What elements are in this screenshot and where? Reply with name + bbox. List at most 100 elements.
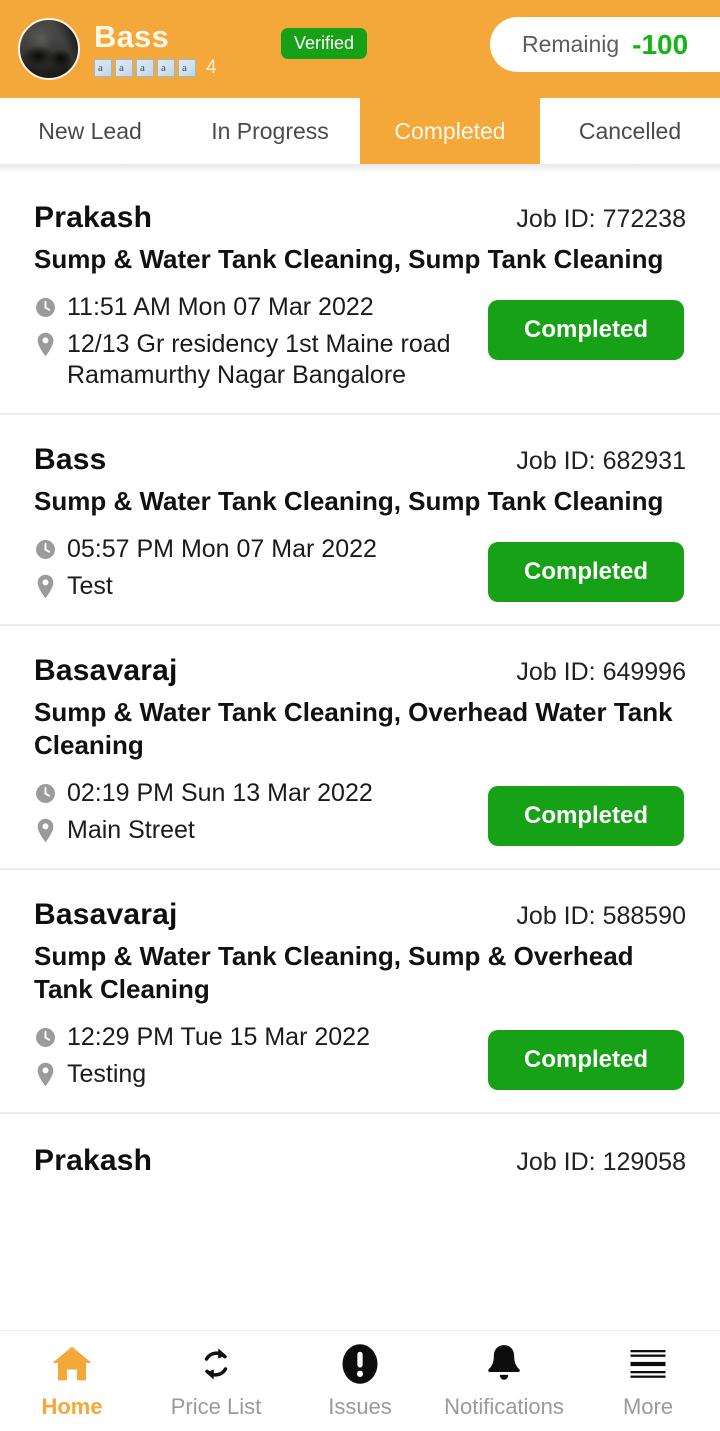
job-card-header: Basavaraj Job ID: 649996 <box>34 654 686 688</box>
job-status-tabs: New Lead In Progress Completed Cancelled <box>0 98 720 164</box>
broken-image-icon <box>94 58 112 77</box>
customer-name: Bass <box>34 443 107 476</box>
job-id: Job ID: 588590 <box>516 902 686 930</box>
rating-row: 4 <box>94 57 217 79</box>
job-card-body: 02:19 PM Sun 13 Mar 2022 Main Street Com… <box>34 772 686 846</box>
location-pin-icon <box>34 1059 56 1089</box>
clock-icon <box>34 534 56 564</box>
job-card-header: Basavaraj Job ID: 588590 <box>34 898 686 932</box>
job-meta: 11:51 AM Mon 07 Mar 2022 12/13 Gr reside… <box>34 286 488 391</box>
job-status-button[interactable]: Completed <box>488 300 684 360</box>
tab-in-progress[interactable]: In Progress <box>180 98 360 164</box>
table-row[interactable]: Prakash Job ID: 772238 Sump & Water Tank… <box>0 173 720 413</box>
job-address: Testing <box>67 1060 147 1088</box>
job-time: 12:29 PM Tue 15 Mar 2022 <box>67 1023 370 1051</box>
avatar[interactable] <box>18 18 80 80</box>
broken-image-icon <box>178 58 196 77</box>
nav-item-price-list[interactable]: Price List <box>144 1331 288 1431</box>
location-pin-icon <box>34 571 56 601</box>
broken-image-icon <box>157 58 175 77</box>
clock-icon <box>34 778 56 808</box>
tab-cancelled[interactable]: Cancelled <box>540 98 720 164</box>
location-pin-icon <box>34 815 56 845</box>
clock-icon <box>34 1022 56 1052</box>
job-address-row: 12/13 Gr residency 1st Maine road Ramamu… <box>34 329 488 391</box>
job-time: 11:51 AM Mon 07 Mar 2022 <box>67 293 374 321</box>
tabs-shadow <box>0 164 720 173</box>
job-time-row: 11:51 AM Mon 07 Mar 2022 <box>34 292 488 323</box>
job-id: Job ID: 649996 <box>516 658 686 686</box>
table-row[interactable]: Prakash Job ID: 129058 <box>0 1112 720 1170</box>
remaining-balance-label: Remainig <box>522 31 620 57</box>
job-time-row: 12:29 PM Tue 15 Mar 2022 <box>34 1022 488 1053</box>
customer-name: Prakash <box>34 1144 153 1170</box>
job-card-body: 12:29 PM Tue 15 Mar 2022 Testing Complet… <box>34 1016 686 1090</box>
status-badge-verified: Verified <box>281 28 368 59</box>
nav-item-issues[interactable]: Issues <box>288 1331 432 1431</box>
nav-item-home[interactable]: Home <box>0 1331 144 1431</box>
home-icon <box>50 1343 94 1385</box>
tab-new-lead[interactable]: New Lead <box>0 98 180 164</box>
job-time-row: 02:19 PM Sun 13 Mar 2022 <box>34 778 488 809</box>
avatar-image <box>20 20 78 78</box>
bell-icon <box>484 1343 524 1385</box>
nav-item-more[interactable]: More <box>576 1331 720 1431</box>
remaining-balance-value: -100 <box>632 28 689 60</box>
job-time-row: 05:57 PM Mon 07 Mar 2022 <box>34 534 488 565</box>
bottom-navigation-bar: Home Price List Issues Notifications Mor… <box>0 1330 720 1431</box>
service-description: Sump & Water Tank Cleaning, Sump Tank Cl… <box>34 486 664 516</box>
nav-label: Price List <box>170 1394 262 1419</box>
tab-completed[interactable]: Completed <box>360 98 540 164</box>
job-address: Main Street <box>67 816 195 844</box>
job-card-header: Prakash Job ID: 129058 <box>34 1142 686 1170</box>
customer-name: Basavaraj <box>34 654 178 687</box>
user-name: Bass <box>94 18 169 54</box>
nav-label: Home <box>41 1394 103 1419</box>
job-address: Test <box>67 572 113 600</box>
job-card-body: 11:51 AM Mon 07 Mar 2022 12/13 Gr reside… <box>34 286 686 391</box>
app-screen: Bass 4 Verified Remainig -100 New Lead I… <box>0 0 720 1431</box>
job-card-header: Bass Job ID: 682931 <box>34 443 686 477</box>
service-description: Sump & Water Tank Cleaning, Sump & Overh… <box>34 941 634 1004</box>
job-status-button[interactable]: Completed <box>488 786 684 846</box>
exclamation-circle-icon <box>340 1343 380 1385</box>
table-row[interactable]: Basavaraj Job ID: 588590 Sump & Water Ta… <box>0 868 720 1112</box>
nav-item-notifications[interactable]: Notifications <box>432 1331 576 1431</box>
table-row[interactable]: Basavaraj Job ID: 649996 Sump & Water Ta… <box>0 624 720 868</box>
customer-name: Prakash <box>34 201 153 234</box>
job-address-row: Testing <box>34 1059 488 1090</box>
rating-count: 4 <box>206 56 217 78</box>
broken-image-icon <box>115 58 133 77</box>
job-id: Job ID: 129058 <box>516 1148 686 1170</box>
job-card-body: 05:57 PM Mon 07 Mar 2022 Test Completed <box>34 528 686 602</box>
clock-icon <box>34 292 56 322</box>
remaining-balance-pill[interactable]: Remainig -100 <box>490 17 720 72</box>
job-meta: 02:19 PM Sun 13 Mar 2022 Main Street <box>34 772 488 846</box>
table-row[interactable]: Bass Job ID: 682931 Sump & Water Tank Cl… <box>0 413 720 624</box>
job-meta: 12:29 PM Tue 15 Mar 2022 Testing <box>34 1016 488 1090</box>
job-status-button[interactable]: Completed <box>488 1030 684 1090</box>
app-header: Bass 4 Verified Remainig -100 <box>0 0 720 98</box>
job-id: Job ID: 772238 <box>516 205 686 233</box>
job-time: 05:57 PM Mon 07 Mar 2022 <box>67 535 377 563</box>
nav-label: More <box>622 1394 674 1419</box>
job-address-row: Main Street <box>34 815 488 846</box>
job-address-row: Test <box>34 571 488 602</box>
customer-name: Basavaraj <box>34 898 178 931</box>
user-identity-block: Bass 4 <box>94 18 217 79</box>
broken-image-icon <box>136 58 154 77</box>
job-status-button[interactable]: Completed <box>488 542 684 602</box>
nav-label: Notifications <box>444 1394 564 1419</box>
job-card-header: Prakash Job ID: 772238 <box>34 201 686 235</box>
job-meta: 05:57 PM Mon 07 Mar 2022 Test <box>34 528 488 602</box>
hamburger-menu-icon <box>627 1343 669 1385</box>
service-description: Sump & Water Tank Cleaning, Sump Tank Cl… <box>34 244 664 274</box>
job-address: 12/13 Gr residency 1st Maine road Ramamu… <box>67 330 451 389</box>
location-pin-icon <box>34 329 56 359</box>
refresh-icon <box>196 1343 236 1385</box>
service-description: Sump & Water Tank Cleaning, Overhead Wat… <box>34 697 673 760</box>
job-time: 02:19 PM Sun 13 Mar 2022 <box>67 779 373 807</box>
job-id: Job ID: 682931 <box>516 447 686 475</box>
nav-label: Issues <box>328 1394 392 1419</box>
job-list[interactable]: Prakash Job ID: 772238 Sump & Water Tank… <box>0 173 720 1330</box>
